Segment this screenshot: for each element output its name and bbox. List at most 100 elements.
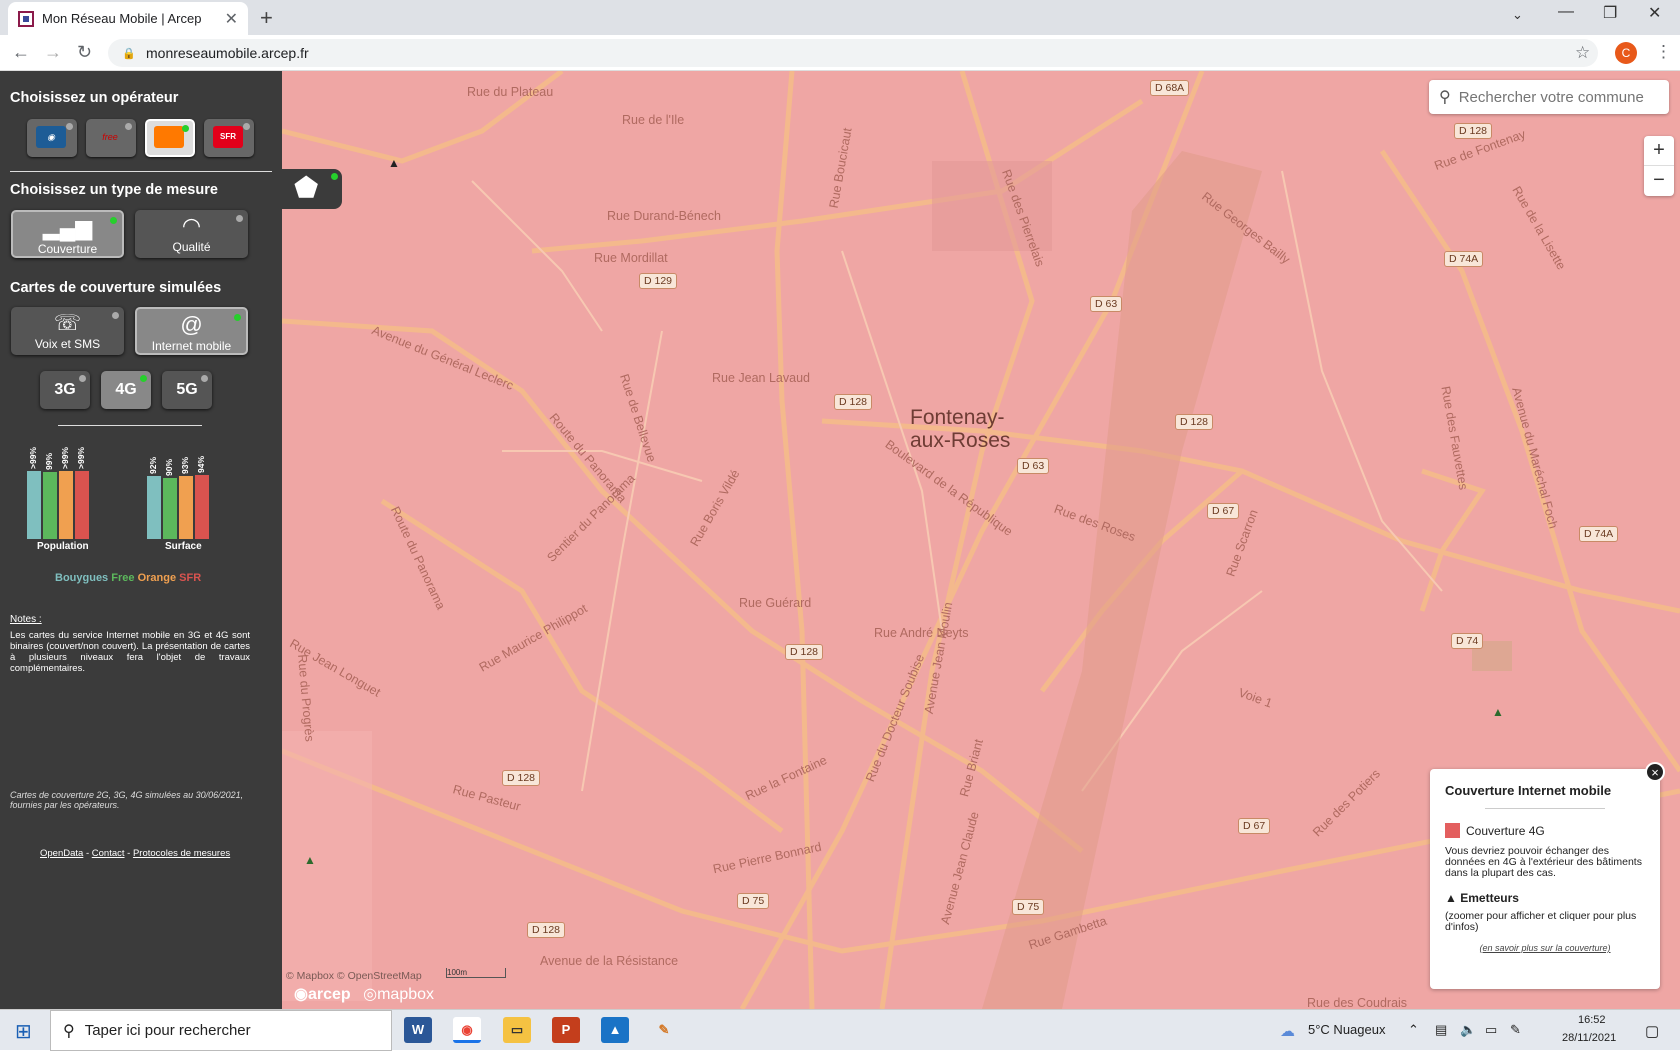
- city-label: Fontenay-aux-Roses: [910, 406, 1011, 452]
- emitter-triangle-icon[interactable]: ▲: [388, 156, 400, 170]
- tab-close-icon[interactable]: ✕: [225, 9, 238, 29]
- powerpoint-app-icon[interactable]: P: [552, 1017, 580, 1043]
- url-field[interactable]: 🔒 monreseaumobile.arcep.fr: [108, 39, 1598, 67]
- taskbar-search-placeholder: Taper ici pour rechercher: [84, 1022, 251, 1039]
- taskbar-search-box[interactable]: ⚲ Taper ici pour rechercher: [50, 1010, 392, 1051]
- zoom-out-button[interactable]: −: [1644, 166, 1674, 196]
- simulated-maps-heading: Cartes de couverture simulées: [10, 280, 222, 296]
- operator-bouygues-button[interactable]: ◉: [27, 119, 77, 157]
- contact-link[interactable]: Contact: [92, 848, 125, 859]
- population-caption: Population: [37, 541, 89, 552]
- address-bar: ← → ↻ 🔒 monreseaumobile.arcep.fr ☆ C ⋮: [0, 35, 1680, 71]
- tech-4g-button[interactable]: 4G: [101, 371, 151, 409]
- commune-search[interactable]: ⚲: [1429, 80, 1669, 114]
- legend-bouygues: Bouygues: [55, 572, 109, 584]
- street-label: Avenue de la Résistance: [540, 954, 679, 968]
- legend-close-button[interactable]: ×: [1645, 762, 1665, 782]
- tech-5g-button[interactable]: 5G: [162, 371, 212, 409]
- road-tag: D 128: [1175, 414, 1214, 430]
- operator-color-legend: Bouygues Free Orange SFR: [55, 572, 201, 584]
- forward-arrow-icon[interactable]: →: [44, 42, 62, 63]
- browser-tab[interactable]: Mon Réseau Mobile | Arcep ✕: [8, 2, 248, 35]
- divider: [1485, 808, 1605, 809]
- service-internet-label: Internet mobile: [151, 339, 232, 353]
- windows-start-icon[interactable]: ⊞: [15, 1019, 32, 1044]
- file-explorer-icon[interactable]: ▭: [503, 1017, 531, 1043]
- street-label: Rue Guérard: [739, 596, 812, 610]
- commune-search-input[interactable]: [1458, 88, 1649, 106]
- network-icon[interactable]: ▤: [1435, 1022, 1447, 1038]
- chrome-app-icon[interactable]: ◉: [453, 1017, 481, 1043]
- emitter-triangle-icon[interactable]: ▲: [304, 853, 316, 867]
- tech-4g-label: 4G: [115, 381, 137, 398]
- legend-sfr: SFR: [179, 572, 202, 584]
- minimize-window-button[interactable]: —: [1558, 3, 1574, 21]
- road-tag: D 67: [1238, 818, 1271, 834]
- road-tag: D 75: [737, 893, 770, 909]
- measure-quality-button[interactable]: ◠ Qualité: [135, 210, 248, 258]
- clock-date[interactable]: 28/11/2021: [1562, 1032, 1616, 1044]
- operator-sfr-button[interactable]: SFR: [204, 119, 254, 157]
- chart-bar-value-label: >99%: [76, 447, 86, 469]
- operator-free-button[interactable]: free: [86, 119, 136, 157]
- service-voice-sms-label: Voix et SMS: [34, 337, 101, 351]
- street-label: Rue des Coudrais: [1307, 996, 1408, 1009]
- paint-app-icon[interactable]: ✎: [650, 1017, 678, 1043]
- chart-bar-value-label: 99%: [44, 452, 54, 470]
- volume-icon[interactable]: 🔈: [1460, 1022, 1476, 1038]
- close-window-button[interactable]: ✕: [1648, 3, 1661, 23]
- word-app-icon[interactable]: W: [404, 1017, 432, 1043]
- restore-window-button[interactable]: ❐: [1603, 3, 1617, 23]
- tray-chevron-icon[interactable]: ⌃: [1408, 1022, 1419, 1038]
- measure-heading: Choisissez un type de mesure: [10, 182, 218, 198]
- service-voice-sms-button[interactable]: ☏ Voix et SMS: [11, 307, 124, 355]
- profile-avatar[interactable]: C: [1615, 42, 1637, 64]
- street-label: Rue Mordillat: [594, 251, 668, 265]
- clock-time[interactable]: 16:52: [1578, 1014, 1606, 1026]
- chart-bar-free: [43, 472, 57, 539]
- weather-text[interactable]: 5°C Nuageux: [1308, 1022, 1385, 1037]
- france-map-icon: ⬟: [294, 172, 319, 203]
- zoom-in-button[interactable]: +: [1644, 136, 1674, 166]
- france-view-button[interactable]: ⬟: [282, 169, 342, 209]
- notes-title: Notes :: [10, 614, 42, 625]
- road-tag: D 67: [1207, 503, 1240, 519]
- opendata-link[interactable]: OpenData: [40, 848, 83, 859]
- new-tab-button[interactable]: +: [260, 5, 273, 31]
- back-arrow-icon[interactable]: ←: [12, 42, 30, 63]
- map-attribution[interactable]: © Mapbox © OpenStreetMap: [286, 970, 422, 982]
- search-icon: ⚲: [63, 1022, 75, 1040]
- street-label: Rue André Neyts: [874, 626, 969, 640]
- phone-bubble-icon: ☏: [53, 310, 82, 335]
- measure-coverage-button[interactable]: ▂▄▆ Couverture: [11, 210, 124, 258]
- road-tag: D 128: [834, 394, 873, 410]
- battery-icon[interactable]: ▭: [1485, 1022, 1497, 1038]
- emitter-triangle-icon[interactable]: ▲: [1492, 705, 1504, 719]
- map-brand-logos: ◉arcep ◎mapbox: [294, 984, 434, 1004]
- coverage-info-link[interactable]: (en savoir plus sur la couverture): [1445, 943, 1645, 953]
- chart-bar-value-label: 93%: [180, 456, 190, 474]
- surface-caption: Surface: [165, 541, 202, 552]
- reload-icon[interactable]: ↻: [77, 42, 92, 63]
- mapbox-logo-icon[interactable]: ◎mapbox: [363, 986, 434, 1003]
- service-internet-button[interactable]: @ Internet mobile: [135, 307, 248, 355]
- operator-orange-button[interactable]: orange: [145, 119, 195, 157]
- arcep-logo-icon[interactable]: ◉arcep: [294, 986, 351, 1003]
- road-tag: D 128: [527, 922, 566, 938]
- chart-bar-value-label: 92%: [148, 456, 158, 474]
- chart-bar-orange: [179, 476, 193, 539]
- photos-app-icon[interactable]: ▲: [601, 1017, 629, 1043]
- road-tag: D 63: [1090, 296, 1123, 312]
- tech-3g-button[interactable]: 3G: [40, 371, 90, 409]
- browser-menu-icon[interactable]: ⋮: [1655, 42, 1672, 62]
- pen-icon[interactable]: ✎: [1510, 1022, 1521, 1038]
- bookmark-star-icon[interactable]: ☆: [1575, 43, 1590, 63]
- road-tag: D 75: [1012, 899, 1045, 915]
- url-text: monreseaumobile.arcep.fr: [146, 45, 309, 61]
- legend-free: Free: [111, 572, 135, 584]
- notification-icon[interactable]: ▢: [1645, 1022, 1659, 1040]
- road-tag: D 129: [639, 273, 678, 289]
- tab-search-icon[interactable]: ⌄: [1512, 7, 1523, 23]
- protocols-link[interactable]: Protocoles de mesures: [133, 848, 230, 859]
- street-label: Rue Jean Lavaud: [712, 371, 810, 385]
